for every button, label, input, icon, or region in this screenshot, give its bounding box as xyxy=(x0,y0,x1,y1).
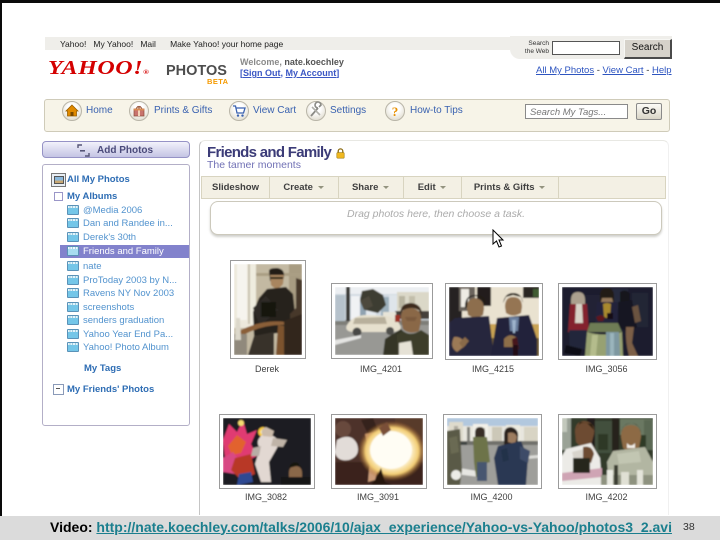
svg-text:?: ? xyxy=(392,104,399,119)
